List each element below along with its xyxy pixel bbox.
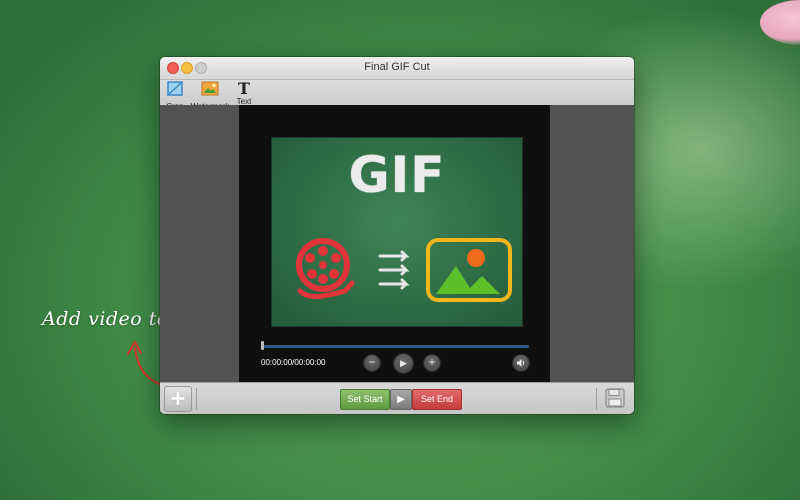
right-panel — [550, 105, 634, 382]
plus-icon: + — [428, 355, 436, 369]
convert-arrows-icon — [378, 250, 410, 290]
background-flower — [760, 0, 800, 45]
picture-icon — [426, 238, 512, 302]
placeholder-gif-word: GIF — [348, 146, 446, 204]
add-video-button[interactable]: + — [164, 383, 192, 413]
set-start-button[interactable]: Set Start — [340, 389, 390, 410]
watermark-icon — [201, 81, 219, 96]
video-player: GIF 00:00:00/00:00:00 − ▶ + — [239, 105, 550, 382]
preview-play-button[interactable]: ▶ — [390, 389, 412, 410]
window-title: Final GIF Cut — [364, 61, 430, 73]
divider — [196, 388, 197, 410]
progress-track[interactable] — [263, 345, 529, 348]
save-button[interactable] — [605, 388, 625, 413]
text-button[interactable]: T Text — [233, 79, 255, 107]
film-reel-icon — [296, 238, 355, 299]
left-panel — [160, 105, 239, 382]
crop-icon — [167, 81, 183, 96]
add-icon: + — [170, 383, 186, 413]
volume-icon — [517, 359, 525, 367]
save-icon — [605, 388, 625, 408]
minus-icon: − — [368, 355, 376, 369]
volume-button[interactable] — [512, 354, 530, 372]
zoom-in-button[interactable]: + — [423, 354, 441, 372]
play-icon: ▶ — [400, 358, 407, 368]
progress-knob[interactable] — [261, 341, 264, 350]
toolbar: Crop Watermark T Text — [160, 79, 634, 111]
video-placeholder: GIF — [271, 137, 523, 327]
play-icon: ▶ — [397, 394, 405, 405]
set-end-button[interactable]: Set End — [412, 389, 462, 410]
app-window: Final GIF Cut Crop Watermark T Text — [160, 57, 634, 414]
divider — [596, 388, 597, 410]
title-bar: Final GIF Cut — [160, 57, 634, 80]
zoom-out-button[interactable]: − — [363, 354, 381, 372]
time-readout: 00:00:00/00:00:00 — [261, 358, 326, 367]
video-area: GIF 00:00:00/00:00:00 − ▶ + — [160, 105, 634, 382]
play-button[interactable]: ▶ — [393, 353, 414, 374]
bottom-bar: + Set Start ▶ Set End — [160, 382, 634, 414]
text-icon: T — [238, 79, 250, 98]
